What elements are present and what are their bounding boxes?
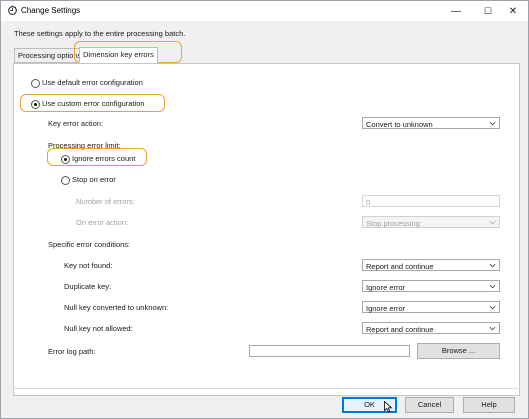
number-of-errors-input[interactable]: 0 <box>362 195 500 207</box>
cancel-button[interactable]: Cancel <box>405 397 454 413</box>
duplicate-key-value: Ignore error <box>366 282 406 292</box>
duplicate-key-select[interactable]: Ignore error <box>362 280 500 292</box>
null-key-converted-value: Ignore error <box>366 303 406 313</box>
ignore-errors-count-label: Ignore errors count <box>72 154 136 163</box>
key-not-found-select[interactable]: Report and continue <box>362 259 500 271</box>
number-of-errors-label: Number of errors: <box>76 197 135 206</box>
chevron-down-icon <box>489 220 496 225</box>
mouse-cursor-icon <box>384 401 393 413</box>
change-settings-window: Change Settings — ☐ ✕ These settings app… <box>0 0 529 419</box>
key-error-action-label: Key error action: <box>48 119 104 128</box>
null-key-not-allowed-label: Null key not allowed: <box>64 324 133 333</box>
stop-on-error-radio[interactable] <box>61 176 70 185</box>
chevron-down-icon <box>489 284 496 289</box>
chevron-down-icon <box>489 263 496 268</box>
window-title: Change Settings <box>21 6 81 15</box>
processing-error-limit-label: Processing error limit: <box>48 141 121 150</box>
on-error-action-select[interactable]: Stop processing <box>362 216 500 228</box>
error-log-path-label: Error log path: <box>48 347 96 356</box>
duplicate-key-label: Duplicate key: <box>64 282 112 291</box>
ignore-errors-count-radio[interactable] <box>61 155 70 164</box>
batch-note: These settings apply to the entire proce… <box>14 29 186 38</box>
null-key-converted-select[interactable]: Ignore error <box>362 301 500 313</box>
chevron-down-icon <box>489 305 496 310</box>
use-default-config-radio[interactable] <box>31 79 40 88</box>
chevron-down-icon <box>489 121 496 126</box>
specific-error-conditions-label: Specific error conditions: <box>48 240 131 249</box>
help-button[interactable]: Help <box>463 397 515 413</box>
on-error-action-label: On error action: <box>76 218 129 227</box>
null-key-not-allowed-select[interactable]: Report and continue <box>362 322 500 334</box>
tab-processing-options[interactable]: Processing options <box>14 48 86 63</box>
on-error-action-value: Stop processing <box>366 218 420 228</box>
stop-on-error-label: Stop on error <box>72 175 116 184</box>
use-default-config-label: Use default error configuration <box>42 78 143 87</box>
title-bar: Change Settings — ☐ ✕ <box>1 1 528 21</box>
close-button[interactable]: ✕ <box>498 1 528 21</box>
use-custom-config-label: Use custom error configuration <box>42 99 145 108</box>
null-key-converted-label: Null key converted to unknown: <box>64 303 169 312</box>
error-log-path-input[interactable] <box>249 345 410 357</box>
key-error-action-select[interactable]: Convert to unknown <box>362 117 500 129</box>
null-key-not-allowed-value: Report and continue <box>366 324 434 334</box>
settings-dialog-icon <box>8 5 17 15</box>
footer-divider <box>13 388 518 389</box>
use-custom-config-radio[interactable] <box>31 100 40 109</box>
number-of-errors-value: 0 <box>366 197 371 207</box>
dimension-key-errors-panel: Use default error configuration Use cust… <box>13 63 520 396</box>
chevron-down-icon <box>489 326 496 331</box>
dialog-body: These settings apply to the entire proce… <box>1 21 528 418</box>
minimize-button[interactable]: — <box>441 1 471 21</box>
key-error-action-value: Convert to unknown <box>366 119 433 129</box>
browse-button[interactable]: Browse ... <box>417 343 500 359</box>
key-not-found-label: Key not found: <box>64 261 113 270</box>
tab-dimension-key-errors[interactable]: Dimension key errors <box>79 47 158 63</box>
key-not-found-value: Report and continue <box>366 261 434 271</box>
